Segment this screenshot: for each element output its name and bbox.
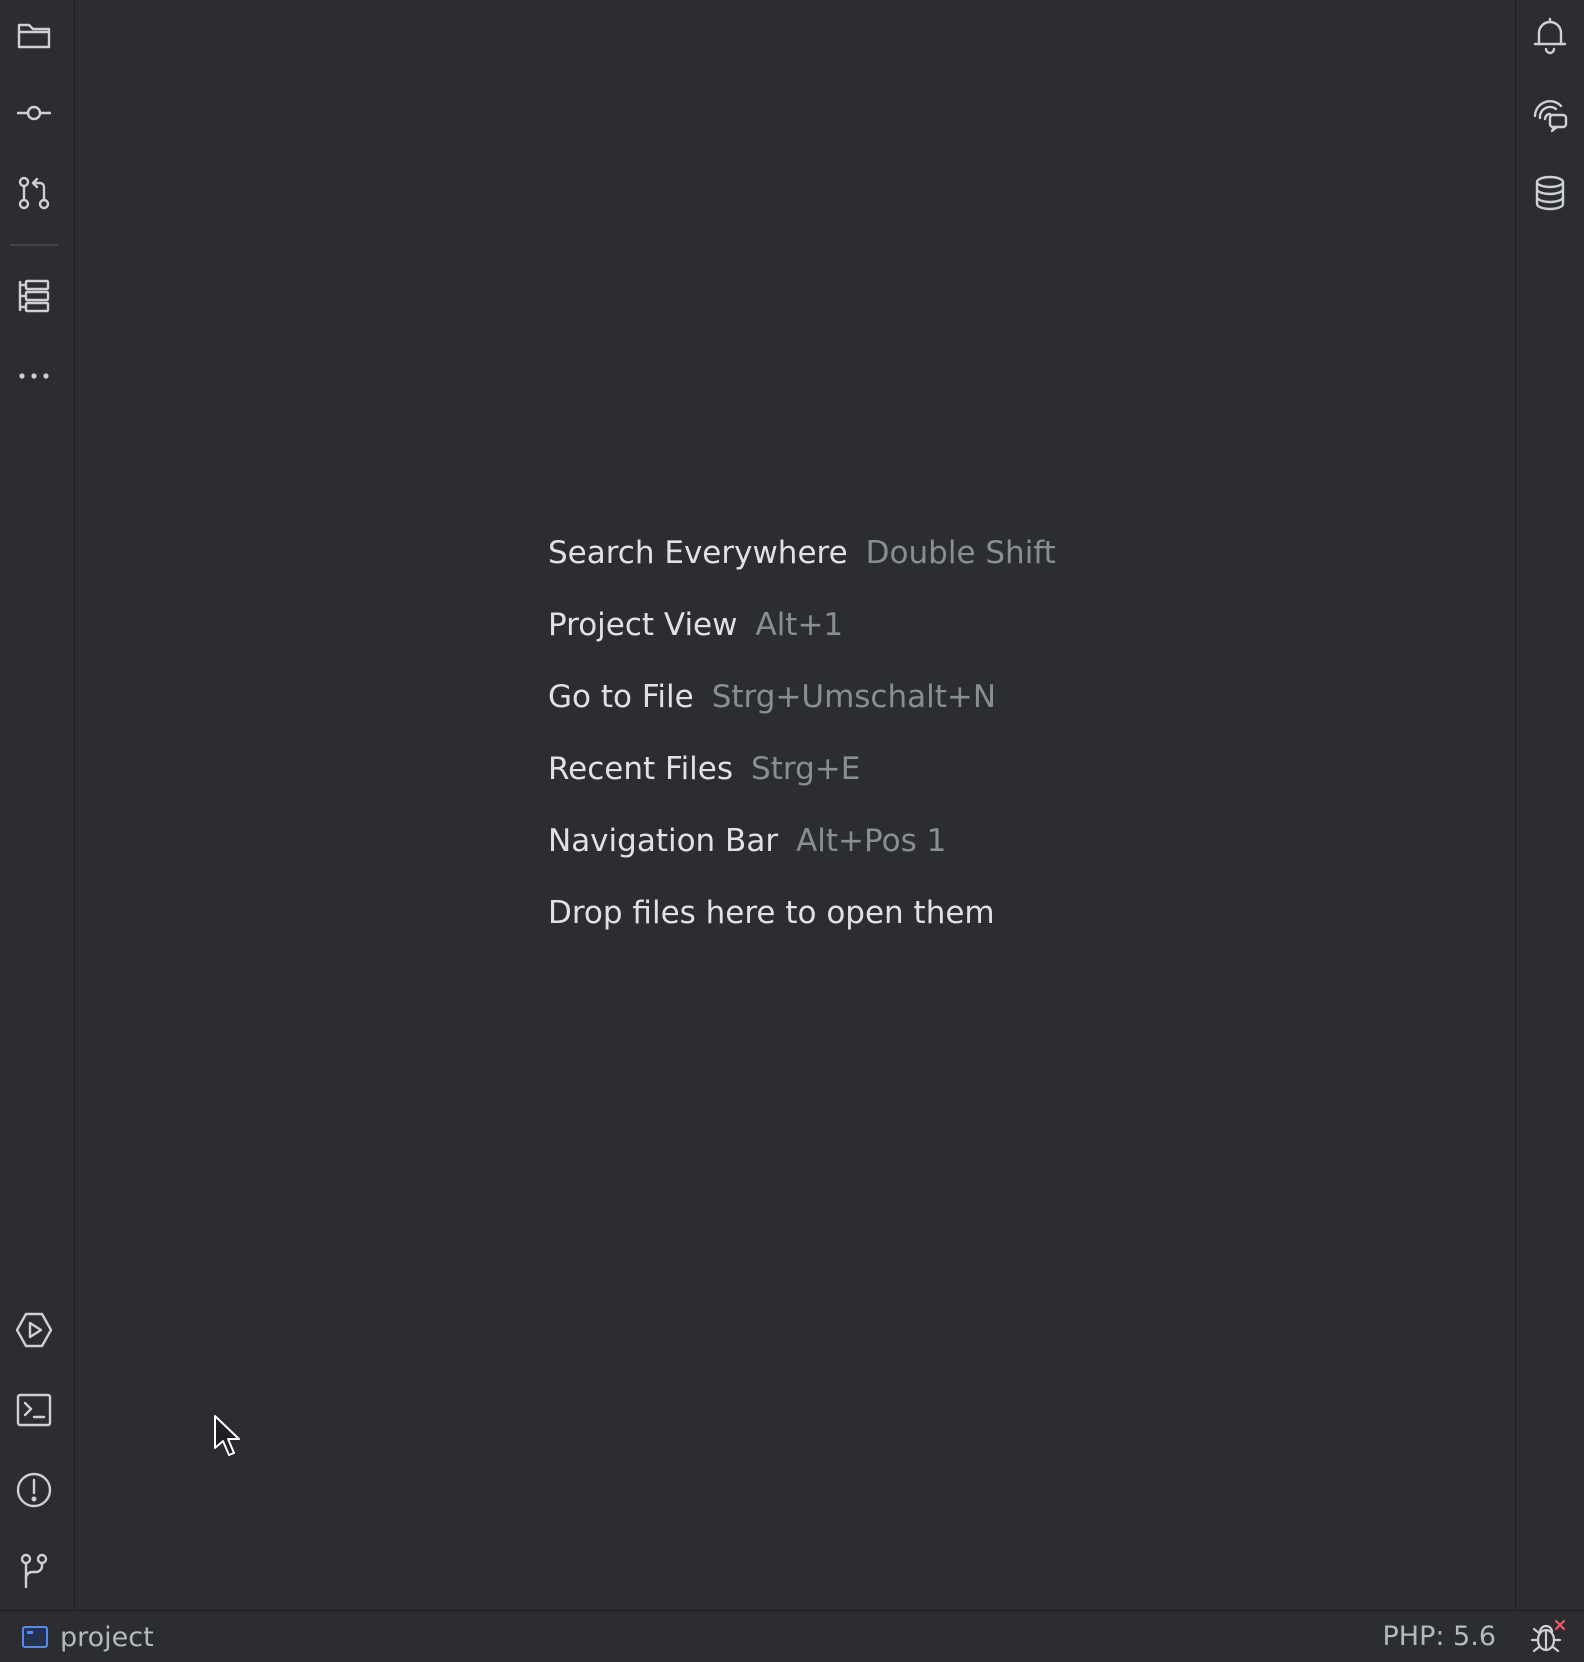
left-tool-strip <box>0 0 75 1610</box>
hint-shortcut: Double Shift <box>865 535 1056 571</box>
hint-action: Drop files here to open them <box>548 895 995 931</box>
more-icon[interactable] <box>12 354 56 398</box>
hint-action: Recent Files <box>548 751 734 787</box>
mouse-pointer-icon <box>214 1415 240 1456</box>
status-project-widget[interactable]: project <box>22 1619 154 1655</box>
project-window-icon <box>22 1626 48 1648</box>
php-version-widget[interactable]: PHP: 5.6 <box>1383 1619 1496 1655</box>
project-folder-icon[interactable] <box>12 13 56 57</box>
hint-project-view[interactable]: Project View Alt+1 <box>548 605 1056 677</box>
ide-window: Search Everywhere Double Shift Project V… <box>0 0 1584 1662</box>
hint-action: Search Everywhere <box>548 535 848 571</box>
services-icon[interactable] <box>12 1308 56 1352</box>
notifications-icon[interactable] <box>1528 13 1572 57</box>
git-icon[interactable] <box>12 1548 56 1592</box>
right-tool-strip <box>1515 0 1584 1610</box>
hint-action: Navigation Bar <box>548 823 779 859</box>
status-bar: project PHP: 5.6 <box>0 1610 1584 1662</box>
hint-shortcut: Strg+E <box>751 751 861 787</box>
structure-icon[interactable] <box>12 274 56 318</box>
hint-recent-files[interactable]: Recent Files Strg+E <box>548 749 1056 821</box>
hint-drop-files: Drop files here to open them <box>548 893 1056 965</box>
hint-navigation-bar[interactable]: Navigation Bar Alt+Pos 1 <box>548 821 1056 893</box>
commit-icon[interactable] <box>12 91 56 135</box>
ai-assistant-icon[interactable] <box>1528 92 1572 136</box>
editor-empty-hints: Search Everywhere Double Shift Project V… <box>548 533 1056 965</box>
database-icon[interactable] <box>1528 171 1572 215</box>
pull-requests-icon[interactable] <box>12 171 56 215</box>
hint-shortcut: Alt+Pos 1 <box>796 823 947 859</box>
toolbar-separator <box>10 244 58 246</box>
problems-icon[interactable] <box>12 1468 56 1512</box>
hint-search-everywhere[interactable]: Search Everywhere Double Shift <box>548 533 1056 605</box>
hint-shortcut: Strg+Umschalt+N <box>711 679 997 715</box>
hint-action: Go to File <box>548 679 694 715</box>
debug-disabled-icon[interactable] <box>1528 1617 1568 1657</box>
editor-area[interactable]: Search Everywhere Double Shift Project V… <box>75 0 1515 1610</box>
terminal-icon[interactable] <box>12 1388 56 1432</box>
hint-action: Project View <box>548 607 738 643</box>
hint-shortcut: Alt+1 <box>755 607 844 643</box>
hint-go-to-file[interactable]: Go to File Strg+Umschalt+N <box>548 677 1056 749</box>
project-name: project <box>60 1621 154 1653</box>
